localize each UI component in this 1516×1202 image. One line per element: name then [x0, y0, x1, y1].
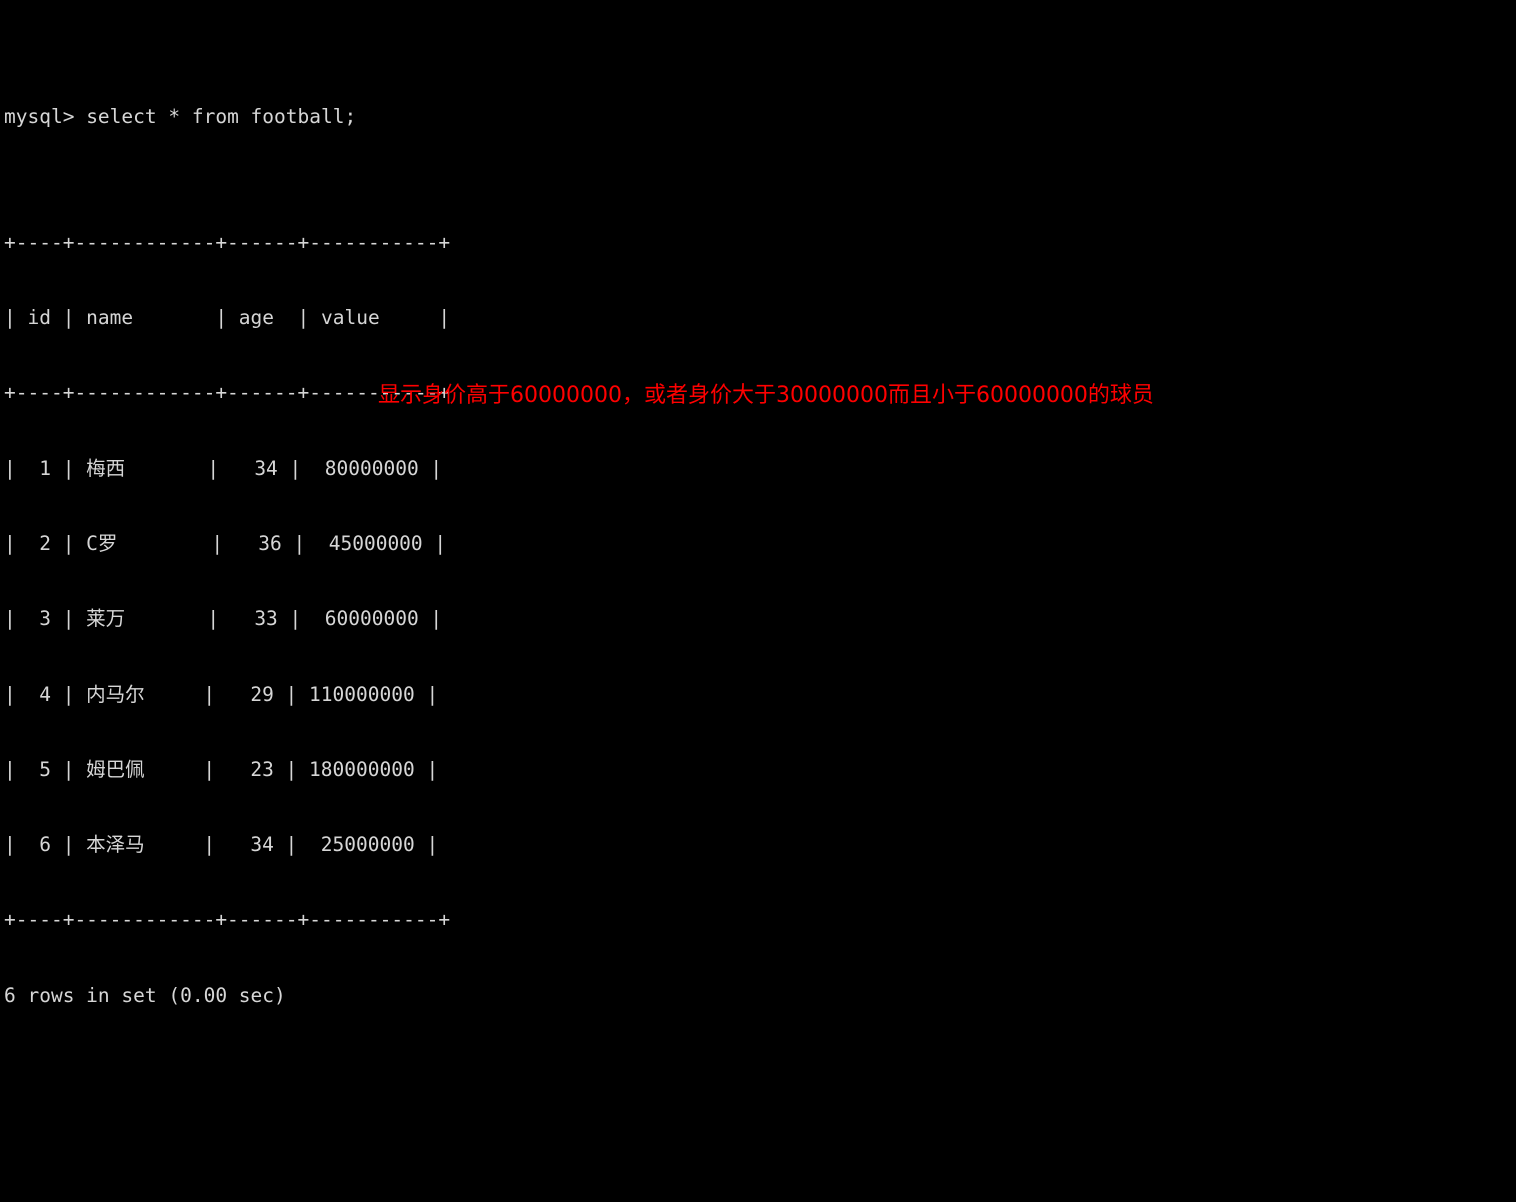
table-row: | 1 | 梅西 | 34 | 80000000 |: [4, 456, 443, 480]
table-row: | 4 | 内马尔 | 29 | 110000000 |: [4, 682, 439, 706]
table-row: | 2 | C罗 | 36 | 45000000 |: [4, 531, 447, 555]
prompt-1: mysql>: [4, 105, 87, 129]
table1-border-bottom: +----+------------+------+-----------+: [4, 908, 451, 932]
table-row: | 5 | 姆巴佩 | 23 | 180000000 |: [4, 757, 439, 781]
red-annotation-text: 显示身价高于60000000，或者身价大于30000000而且小于6000000…: [378, 383, 1154, 408]
status-line-1: 6 rows in set (0.00 sec): [4, 983, 286, 1007]
command-text-1: select * from football;: [86, 105, 357, 129]
table-row: | 3 | 莱万 | 33 | 60000000 |: [4, 607, 443, 631]
table1-border-top: +----+------------+------+-----------+: [4, 230, 451, 254]
command-line-1: mysql> select * from football;: [4, 104, 1516, 129]
terminal-window[interactable]: mysql> select * from football; +----+---…: [0, 0, 1516, 1007]
table-row: | 6 | 本泽马 | 34 | 25000000 |: [4, 833, 439, 857]
table1-header-row: | id | name | age | value |: [4, 306, 451, 330]
